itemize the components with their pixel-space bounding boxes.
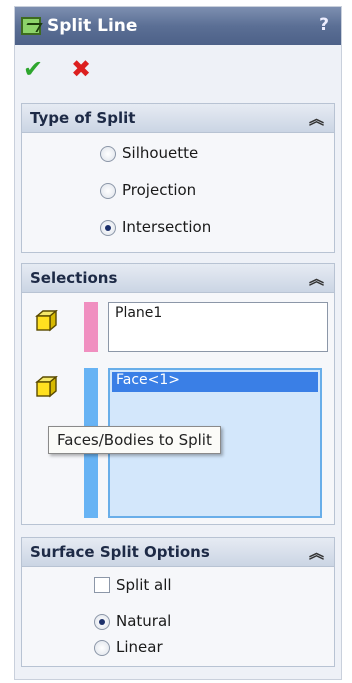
cube-icon xyxy=(35,376,58,398)
collapse-chevron-icon[interactable]: ︽ xyxy=(309,108,324,129)
surface-split-options-group: Surface Split Options ︽ Split all Natura… xyxy=(21,537,335,667)
list-item[interactable]: Face<1> xyxy=(112,372,318,392)
property-manager-panel: Split Line ? ✔ ✖ Type of Split ︽ Silhoue… xyxy=(14,6,342,680)
radio-button[interactable] xyxy=(100,146,116,162)
surface-split-options-header[interactable]: Surface Split Options ︽ xyxy=(22,538,334,567)
surface-split-options-title: Surface Split Options xyxy=(30,543,210,561)
plane-color-swatch xyxy=(84,302,98,352)
type-of-split-group: Type of Split ︽ Silhouette Projection In… xyxy=(21,103,335,253)
split-line-icon xyxy=(21,17,41,35)
type-of-split-title: Type of Split xyxy=(30,109,136,127)
radio-button[interactable] xyxy=(94,614,110,630)
radio-label: Projection xyxy=(122,181,197,199)
radio-button[interactable] xyxy=(94,640,110,656)
cube-icon xyxy=(35,310,58,332)
tooltip: Faces/Bodies to Split xyxy=(48,426,221,454)
radio-button[interactable] xyxy=(100,220,116,236)
collapse-chevron-icon[interactable]: ︽ xyxy=(309,268,324,289)
radio-button[interactable] xyxy=(100,183,116,199)
radio-label: Natural xyxy=(116,612,172,630)
help-button[interactable]: ? xyxy=(319,15,329,35)
selections-title: Selections xyxy=(30,269,118,287)
collapse-chevron-icon[interactable]: ︽ xyxy=(309,542,324,563)
selections-group: Selections ︽ Plane1 Face<1> Faces/Bodies… xyxy=(21,263,335,525)
cancel-button[interactable]: ✖ xyxy=(71,57,91,81)
title-bar: Split Line ? xyxy=(15,7,341,45)
radio-label: Linear xyxy=(116,638,163,656)
panel-title: Split Line xyxy=(47,16,138,36)
ok-button[interactable]: ✔ xyxy=(23,57,43,81)
selections-header[interactable]: Selections ︽ xyxy=(22,264,334,293)
checkbox[interactable] xyxy=(94,577,110,593)
list-item[interactable]: Plane1 xyxy=(111,305,325,325)
radio-label: Silhouette xyxy=(122,144,199,162)
type-of-split-header[interactable]: Type of Split ︽ xyxy=(22,104,334,133)
checkbox-label: Split all xyxy=(116,576,172,594)
plane-selection-box[interactable]: Plane1 xyxy=(108,302,328,352)
radio-label: Intersection xyxy=(122,218,212,236)
